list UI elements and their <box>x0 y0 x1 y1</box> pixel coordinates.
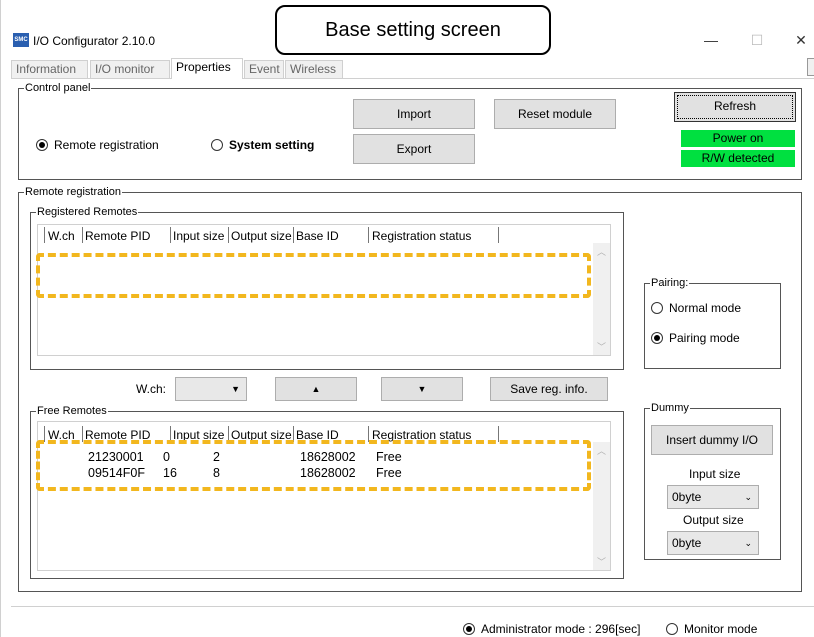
column-separator <box>368 227 369 243</box>
column-header-base-id[interactable]: Base ID <box>296 229 339 243</box>
screen-callout: Base setting screen <box>275 5 551 55</box>
scroll-up-icon[interactable]: ︿ <box>593 444 610 457</box>
reset-module-button[interactable]: Reset module <box>494 99 616 129</box>
registered-remotes-legend: Registered Remotes <box>36 205 139 219</box>
column-header-remote-pid[interactable]: Remote PID <box>85 229 150 243</box>
pairing-group: Pairing: <box>644 276 781 369</box>
registered-remotes-scrollbar[interactable]: ︿ ﹀ <box>593 243 610 355</box>
move-down-button[interactable]: ▼ <box>381 377 463 401</box>
free-remotes-highlight <box>36 440 591 491</box>
free-remotes-scrollbar[interactable]: ︿ ﹀ <box>593 442 610 570</box>
column-header-wch[interactable]: W.ch <box>48 229 75 243</box>
export-button[interactable]: Export <box>353 134 475 164</box>
output-size-value: 0byte <box>672 536 702 550</box>
column-separator <box>498 227 499 243</box>
radio-selected-icon <box>651 332 663 344</box>
tab-scroll-button[interactable] <box>807 58 814 76</box>
chevron-down-icon: ⌄ <box>744 538 752 548</box>
tab-io-monitor[interactable]: I/O monitor <box>90 60 170 78</box>
output-size-label: Output size <box>683 513 744 527</box>
save-reg-info-button[interactable]: Save reg. info. <box>490 377 608 401</box>
column-header-output-size[interactable]: Output size <box>231 229 292 243</box>
dropdown-caret-icon: ▼ <box>231 384 240 394</box>
radio-system-setting[interactable]: System setting <box>211 138 314 152</box>
tab-event[interactable]: Event <box>244 60 284 78</box>
input-size-value: 0byte <box>672 490 702 504</box>
radio-selected-icon <box>36 139 48 151</box>
close-button[interactable]: ✕ <box>791 30 811 50</box>
radio-pairing-mode[interactable]: Pairing mode <box>651 331 740 345</box>
radio-remote-registration[interactable]: Remote registration <box>36 138 159 152</box>
power-status-badge: Power on <box>681 130 795 147</box>
move-up-button[interactable]: ▲ <box>275 377 357 401</box>
free-remotes-legend: Free Remotes <box>36 404 108 418</box>
tab-divider <box>11 78 814 79</box>
radio-unselected-icon <box>666 623 678 635</box>
scroll-down-icon[interactable]: ﹀ <box>593 340 610 353</box>
radio-monitor-mode[interactable]: Monitor mode <box>666 622 757 636</box>
maximize-button[interactable]: ☐ <box>747 30 767 50</box>
dummy-legend: Dummy <box>650 401 690 415</box>
insert-dummy-io-button[interactable]: Insert dummy I/O <box>651 425 773 455</box>
radio-administrator-mode[interactable]: Administrator mode : 296[sec] <box>463 622 640 636</box>
monitor-mode-label: Monitor mode <box>684 622 758 636</box>
statusbar-divider <box>11 606 814 607</box>
column-separator <box>228 227 229 243</box>
radio-normal-mode[interactable]: Normal mode <box>651 301 741 315</box>
rw-status-badge: R/W detected <box>681 150 795 167</box>
administrator-mode-label: Administrator mode : 296[sec] <box>481 622 641 636</box>
scroll-down-icon[interactable]: ﹀ <box>593 555 610 568</box>
input-size-select[interactable]: 0byte ⌄ <box>667 485 759 509</box>
column-header-input-size[interactable]: Input size <box>173 229 224 243</box>
wch-select[interactable]: ▼ <box>175 377 247 401</box>
remote-registration-legend: Remote registration <box>24 185 122 199</box>
column-separator <box>170 227 171 243</box>
minimize-button[interactable]: — <box>701 30 721 50</box>
radio-system-setting-label: System setting <box>229 138 315 152</box>
import-button[interactable]: Import <box>353 99 475 129</box>
control-panel-legend: Control panel <box>24 81 92 95</box>
radio-pairing-mode-label: Pairing mode <box>669 331 740 345</box>
column-separator <box>82 227 83 243</box>
radio-normal-mode-label: Normal mode <box>669 301 742 315</box>
column-header-registration-status[interactable]: Registration status <box>372 229 471 243</box>
chevron-down-icon: ⌄ <box>744 492 752 502</box>
tab-wireless[interactable]: Wireless <box>285 60 343 78</box>
app-window: SMC I/O Configurator 2.10.0 — ☐ ✕ Base s… <box>0 0 814 637</box>
tab-properties[interactable]: Properties <box>171 58 243 79</box>
pairing-legend: Pairing: <box>650 276 690 290</box>
output-size-select[interactable]: 0byte ⌄ <box>667 531 759 555</box>
wch-label: W.ch: <box>136 382 167 396</box>
registered-remotes-highlight <box>36 253 591 298</box>
app-logo-icon: SMC <box>13 33 29 47</box>
radio-unselected-icon <box>211 139 223 151</box>
column-separator <box>44 227 45 243</box>
scroll-up-icon[interactable]: ︿ <box>593 245 610 258</box>
radio-unselected-icon <box>651 302 663 314</box>
input-size-label: Input size <box>689 467 741 481</box>
tab-information[interactable]: Information <box>11 60 88 78</box>
window-title: I/O Configurator 2.10.0 <box>33 34 156 48</box>
column-separator <box>293 227 294 243</box>
radio-selected-icon <box>463 623 475 635</box>
radio-remote-registration-label: Remote registration <box>54 138 159 152</box>
refresh-button[interactable]: Refresh <box>674 92 796 122</box>
